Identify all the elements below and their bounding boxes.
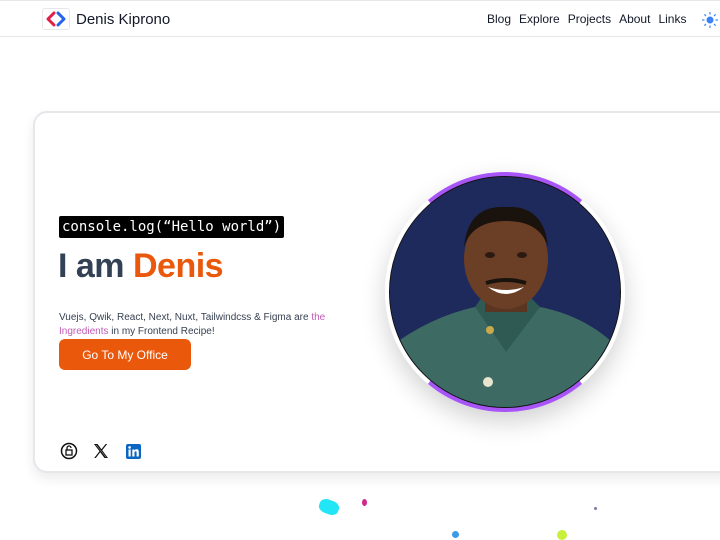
- linkedin-link[interactable]: [124, 442, 142, 460]
- nav-links: Blog Explore Projects About Links: [487, 12, 694, 26]
- confetti-dot: [362, 499, 367, 506]
- x-icon: [94, 444, 108, 458]
- confetti-dot: [452, 531, 459, 538]
- linkedin-icon: [125, 443, 141, 459]
- description-end: in my Frontend Recipe!: [108, 326, 215, 337]
- code-snippet: console.log(“Hello world”): [59, 216, 285, 238]
- nav-link-explore[interactable]: Explore: [519, 12, 560, 26]
- description-main: Vuejs, Qwik, React, Next, Nuxt, Tailwind…: [59, 312, 312, 323]
- code-brackets-icon: [42, 8, 70, 30]
- sun-icon: [701, 11, 719, 29]
- nav-link-projects[interactable]: Projects: [568, 12, 611, 26]
- avatar: [385, 172, 625, 412]
- theme-toggle-button[interactable]: [701, 11, 719, 29]
- nav-link-blog[interactable]: Blog: [487, 12, 511, 26]
- nav-link-links[interactable]: Links: [658, 12, 686, 26]
- social-links: [60, 442, 156, 460]
- hashnode-link[interactable]: [60, 442, 78, 460]
- hashnode-icon: [60, 442, 78, 460]
- portrait-image: [390, 177, 620, 407]
- hero-description: Vuejs, Qwik, React, Next, Nuxt, Tailwind…: [59, 311, 349, 339]
- x-link[interactable]: [92, 442, 110, 460]
- headline-prefix: I am: [58, 247, 133, 285]
- go-to-office-button[interactable]: Go To My Office: [59, 339, 191, 370]
- hero-headline: I am Denis: [58, 247, 224, 286]
- brand-link[interactable]: Denis Kiprono: [42, 8, 170, 30]
- confetti-dot: [594, 507, 597, 510]
- nav-link-about[interactable]: About: [619, 12, 650, 26]
- confetti-dot: [317, 497, 341, 517]
- avatar-photo: [389, 176, 621, 408]
- headline-name: Denis: [132, 247, 224, 285]
- brand-name: Denis Kiprono: [76, 10, 171, 28]
- confetti-dot: [557, 530, 567, 540]
- navbar: Denis Kiprono Blog Explore Projects Abou…: [0, 0, 720, 37]
